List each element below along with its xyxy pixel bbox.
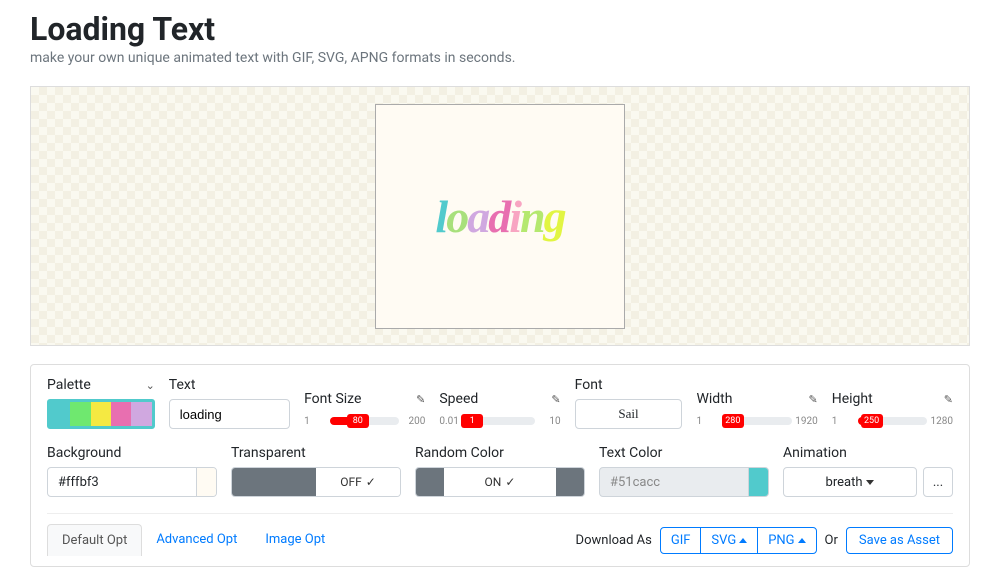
or-label: Or xyxy=(825,533,838,548)
transparent-label: Transparent xyxy=(231,445,306,461)
palette-picker[interactable] xyxy=(47,399,155,429)
palette-label: Palette xyxy=(47,377,91,393)
palette-swatch xyxy=(111,402,131,426)
animation-select[interactable]: breath xyxy=(783,467,917,497)
text-input[interactable] xyxy=(169,399,290,429)
textcolor-input[interactable]: #51cacc xyxy=(599,467,769,497)
animation-more-button[interactable]: ... xyxy=(923,467,953,497)
background-input[interactable]: #fffbf3 xyxy=(47,467,217,497)
background-label: Background xyxy=(47,445,121,461)
pencil-icon[interactable]: ✎ xyxy=(809,393,818,406)
textcolor-label: Text Color xyxy=(599,445,662,461)
speed-label: Speed xyxy=(439,391,478,407)
download-as-label: Download As xyxy=(576,533,652,548)
randomcolor-label: Random Color xyxy=(415,445,504,461)
check-icon: ✓ xyxy=(505,475,515,489)
width-slider[interactable]: 1 280 1920 xyxy=(696,413,817,429)
palette-swatch xyxy=(70,402,90,426)
page-subtitle: make your own unique animated text with … xyxy=(30,50,970,66)
pencil-icon[interactable]: ✎ xyxy=(416,393,425,406)
fontsize-slider[interactable]: 1 80 200 xyxy=(304,413,425,429)
caret-up-icon xyxy=(798,538,806,543)
preview-text: loading xyxy=(435,190,564,243)
font-select[interactable]: Sail xyxy=(575,399,683,429)
speed-slider[interactable]: 0.01 1 10 xyxy=(439,413,560,429)
palette-swatch xyxy=(91,402,111,426)
fontsize-label: Font Size xyxy=(304,391,361,407)
caret-up-icon xyxy=(739,538,747,543)
palette-swatch xyxy=(50,402,70,426)
option-tabs: Default Opt Advanced Opt Image Opt xyxy=(47,524,339,556)
tab-advanced[interactable]: Advanced Opt xyxy=(142,524,251,556)
caret-down-icon xyxy=(866,480,874,485)
pencil-icon[interactable]: ✎ xyxy=(944,393,953,406)
check-icon: ✓ xyxy=(366,475,376,489)
save-as-asset-button[interactable]: Save as Asset xyxy=(846,527,953,554)
download-gif-button[interactable]: GIF xyxy=(661,528,702,553)
bg-swatch xyxy=(196,468,216,496)
palette-expand-icon[interactable]: ⌄ xyxy=(146,379,155,392)
transparent-toggle[interactable]: OFF✓ xyxy=(231,467,401,497)
height-label: Height xyxy=(832,391,873,407)
pencil-icon[interactable]: ✎ xyxy=(551,393,560,406)
palette-swatch xyxy=(131,402,151,426)
preview-canvas: loading xyxy=(375,104,625,329)
height-slider[interactable]: 1 250 1280 xyxy=(832,413,953,429)
controls-panel: Palette ⌄ Text Font Size ✎ 1 80 200 Speed ✎ xyxy=(30,364,970,567)
download-png-button[interactable]: PNG xyxy=(758,528,815,553)
animation-label: Animation xyxy=(783,445,847,461)
width-label: Width xyxy=(696,391,732,407)
textcolor-swatch xyxy=(748,468,768,496)
randomcolor-toggle[interactable]: ON✓ xyxy=(415,467,585,497)
text-label: Text xyxy=(169,377,196,393)
font-label: Font xyxy=(575,377,603,393)
tab-image[interactable]: Image Opt xyxy=(251,524,339,556)
download-format-group: GIF SVG PNG xyxy=(660,527,817,554)
download-svg-button[interactable]: SVG xyxy=(701,528,758,553)
page-title: Loading Text xyxy=(30,10,970,48)
preview-area: loading xyxy=(30,86,970,346)
tab-default[interactable]: Default Opt xyxy=(47,524,142,556)
